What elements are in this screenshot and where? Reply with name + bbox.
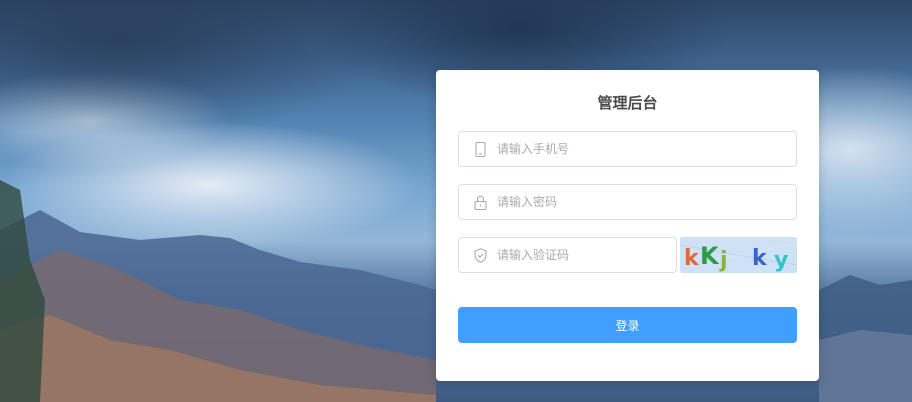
captcha-input[interactable] bbox=[497, 240, 676, 270]
svg-text:j: j bbox=[719, 248, 728, 273]
phone-field[interactable] bbox=[458, 131, 797, 167]
svg-text:y: y bbox=[774, 248, 788, 273]
login-button[interactable]: 登录 bbox=[458, 307, 797, 343]
svg-text:K: K bbox=[700, 242, 720, 270]
svg-text:k: k bbox=[752, 246, 768, 271]
captcha-image[interactable]: k K j k y bbox=[680, 237, 797, 273]
shield-icon bbox=[472, 247, 488, 263]
svg-text:k: k bbox=[684, 246, 700, 271]
login-title: 管理后台 bbox=[597, 94, 658, 112]
captcha-field[interactable] bbox=[458, 237, 677, 273]
password-field[interactable] bbox=[458, 184, 797, 220]
captcha-graphic: k K j k y bbox=[680, 242, 797, 273]
phone-icon bbox=[472, 141, 488, 157]
login-card: 管理后台 请输入手机号 请输入验证码 k K j k y 登录 bbox=[436, 70, 819, 381]
lock-icon bbox=[472, 194, 488, 210]
phone-input[interactable] bbox=[497, 134, 796, 164]
password-input[interactable] bbox=[497, 187, 796, 217]
